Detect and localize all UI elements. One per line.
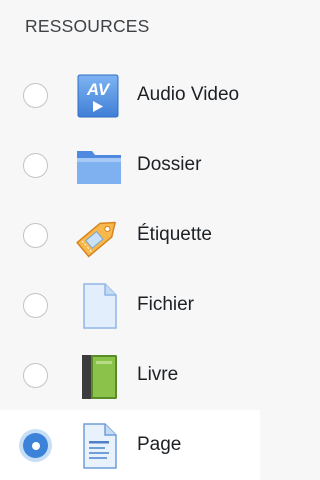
audio-video-icon: AV: [74, 71, 124, 121]
radio-button-selected[interactable]: [23, 433, 48, 458]
resource-option-audio-video[interactable]: AV Audio Video: [0, 60, 260, 130]
resource-label: Livre: [137, 364, 179, 385]
folder-icon: [74, 141, 124, 191]
resource-list: AV Audio Video Dossier Étiquette Fichier…: [0, 60, 260, 480]
resource-option-livre[interactable]: Livre: [0, 340, 260, 410]
radio-button[interactable]: [23, 153, 48, 178]
page-icon: [74, 421, 124, 471]
file-icon: [74, 281, 124, 331]
resource-label: Étiquette: [137, 224, 212, 245]
section-heading: RESSOURCES: [25, 16, 150, 36]
radio-button[interactable]: [23, 83, 48, 108]
tag-icon: [74, 211, 124, 261]
resource-label: Dossier: [137, 154, 202, 175]
resource-option-fichier[interactable]: Fichier: [0, 270, 260, 340]
resource-option-dossier[interactable]: Dossier: [0, 130, 260, 200]
radio-button[interactable]: [23, 223, 48, 248]
resource-label: Audio Video: [137, 84, 240, 105]
resource-label: Fichier: [137, 294, 195, 315]
resource-option-etiquette[interactable]: Étiquette: [0, 200, 260, 270]
radio-button[interactable]: [23, 363, 48, 388]
book-icon: [74, 351, 124, 401]
svg-text:AV: AV: [86, 80, 111, 99]
radio-button[interactable]: [23, 293, 48, 318]
resource-label: Page: [137, 434, 182, 455]
